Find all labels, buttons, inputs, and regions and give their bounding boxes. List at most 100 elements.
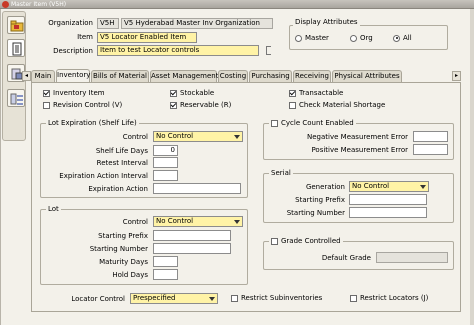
- radio-all[interactable]: All: [393, 34, 412, 42]
- tab-costing[interactable]: Costing: [218, 70, 248, 82]
- tab-inventory[interactable]: Inventory: [56, 69, 90, 82]
- tab-purchasing[interactable]: Purchasing: [249, 70, 292, 82]
- expiration-action-field[interactable]: [153, 183, 241, 194]
- oracle-window-icon: [2, 1, 9, 8]
- shelf-life-days-field[interactable]: 0: [153, 145, 178, 156]
- serial-starting-prefix-field[interactable]: [349, 194, 427, 205]
- reservable-checkbox[interactable]: Reservable (R): [170, 101, 231, 109]
- revision-control-checkbox[interactable]: Revision Control (V): [43, 101, 122, 109]
- lot-control-select[interactable]: No Control: [153, 216, 243, 227]
- tab-asset-management[interactable]: Asset Management: [150, 70, 218, 82]
- chevron-down-icon: [234, 135, 240, 139]
- lot-starting-prefix-field[interactable]: [153, 230, 231, 241]
- serial-starting-number-field[interactable]: [349, 207, 427, 218]
- serial-starting-prefix-label: Starting Prefix: [295, 196, 345, 204]
- organization-code-field[interactable]: V5H: [97, 18, 119, 29]
- tab-bills-of-material[interactable]: Bills of Material: [91, 70, 149, 82]
- flexfield-bracket[interactable]: [266, 46, 271, 55]
- radio-button[interactable]: [295, 34, 302, 42]
- transactable-label: Transactable: [299, 89, 344, 97]
- checkbox-box[interactable]: [43, 89, 50, 97]
- document-icon: [12, 42, 22, 56]
- inventory-item-label: Inventory Item: [53, 89, 105, 97]
- tab-physical-attributes[interactable]: Physical Attributes: [332, 70, 402, 82]
- radio-button[interactable]: [393, 34, 400, 42]
- negative-measurement-error-label: Negative Measurement Error: [307, 133, 408, 141]
- check-material-shortage-checkbox[interactable]: Check Material Shortage: [289, 101, 385, 109]
- chevron-down-icon: [234, 220, 240, 224]
- negative-measurement-error-field[interactable]: [413, 131, 448, 142]
- checkbox-box[interactable]: [271, 119, 278, 127]
- tab-scroll-left-icon[interactable]: ◂: [22, 71, 31, 81]
- reservable-label: Reservable (R): [180, 101, 232, 109]
- radio-org[interactable]: Org: [350, 34, 373, 42]
- chevron-down-icon: [209, 297, 215, 301]
- tab-receiving[interactable]: Receiving: [293, 70, 331, 82]
- checkbox-box[interactable]: [170, 101, 177, 109]
- retest-interval-field[interactable]: [153, 157, 178, 168]
- lot-starting-number-field[interactable]: [153, 243, 231, 254]
- serial-generation-select[interactable]: No Control: [349, 181, 429, 192]
- radio-master[interactable]: Master: [295, 34, 329, 42]
- document-tool-button[interactable]: [7, 39, 25, 57]
- stockable-label: Stockable: [180, 89, 215, 97]
- stockable-checkbox[interactable]: Stockable: [170, 89, 214, 97]
- hold-days-label: Hold Days: [112, 271, 148, 279]
- folder-list-tool-button[interactable]: [7, 89, 25, 107]
- hold-days-field[interactable]: [153, 269, 178, 280]
- restrict-locators-label: Restrict Locators (J): [360, 294, 429, 302]
- radio-all-label: All: [403, 34, 412, 42]
- transactable-checkbox[interactable]: Transactable: [289, 89, 343, 97]
- serial-starting-number-label: Starting Number: [286, 209, 345, 217]
- description-field[interactable]: Item to test Locator controls: [97, 45, 259, 56]
- radio-master-label: Master: [305, 34, 329, 42]
- positive-measurement-error-field[interactable]: [413, 144, 448, 155]
- checkbox-box[interactable]: [231, 294, 238, 302]
- check-material-shortage-label: Check Material Shortage: [299, 101, 386, 109]
- tab-scroll-right-icon[interactable]: ▸: [452, 71, 461, 81]
- checkbox-box[interactable]: [43, 101, 50, 109]
- restrict-subinventories-checkbox[interactable]: Restrict Subinventories: [231, 294, 322, 302]
- maturity-days-field[interactable]: [153, 256, 178, 267]
- locator-control-value: Prespecified: [133, 294, 176, 302]
- folder-list-icon: [10, 93, 23, 105]
- default-grade-label: Default Grade: [321, 254, 371, 262]
- lot-expiration-control-label: Control: [122, 133, 148, 141]
- revision-control-label: Revision Control (V): [53, 101, 123, 109]
- restrict-subinventories-label: Restrict Subinventories: [241, 294, 323, 302]
- item-field[interactable]: V5 Locator Enabled Item: [97, 32, 197, 43]
- checkbox-box[interactable]: [271, 237, 278, 245]
- maturity-days-label: Maturity Days: [99, 258, 148, 266]
- window-title: Master Item (V5H): [11, 1, 67, 8]
- serial-title: Serial: [269, 169, 293, 177]
- expiration-action-label: Expiration Action: [88, 185, 148, 193]
- organization-label: Organization: [48, 19, 93, 27]
- lot-expiration-control-value: No Control: [156, 132, 194, 140]
- radio-button[interactable]: [350, 34, 357, 42]
- lot-expiration-control-select[interactable]: No Control: [153, 131, 243, 142]
- locator-control-select[interactable]: Prespecified: [130, 293, 218, 304]
- expiration-action-interval-label: Expiration Action Interval: [59, 172, 148, 180]
- checkbox-box[interactable]: [289, 101, 296, 109]
- window-titlebar: Master Item (V5H): [0, 0, 474, 9]
- radio-org-label: Org: [360, 34, 373, 42]
- chevron-down-icon: [420, 185, 426, 189]
- inventory-item-checkbox[interactable]: Inventory Item: [43, 89, 105, 97]
- shelf-life-days-label: Shelf Life Days: [95, 147, 148, 155]
- vertical-scrollbar[interactable]: [470, 9, 474, 325]
- cycle-count-label: Cycle Count Enabled: [281, 119, 354, 127]
- tab-main[interactable]: Main: [31, 70, 55, 82]
- grade-controlled-checkbox[interactable]: Grade Controlled: [269, 237, 343, 245]
- cycle-count-checkbox[interactable]: Cycle Count Enabled: [269, 119, 356, 127]
- organization-name-field[interactable]: V5 Hyderabad Master Inv Organization: [121, 18, 273, 29]
- default-grade-field[interactable]: [376, 252, 448, 263]
- lot-title: Lot: [46, 205, 61, 213]
- folder-tool-button[interactable]: [7, 16, 25, 34]
- checkbox-box[interactable]: [350, 294, 357, 302]
- locator-control-label: Locator Control: [71, 295, 125, 303]
- checkbox-box[interactable]: [170, 89, 177, 97]
- expiration-action-interval-field[interactable]: [153, 170, 178, 181]
- restrict-locators-checkbox[interactable]: Restrict Locators (J): [350, 294, 428, 302]
- lot-starting-number-label: Starting Number: [89, 245, 148, 253]
- checkbox-box[interactable]: [289, 89, 296, 97]
